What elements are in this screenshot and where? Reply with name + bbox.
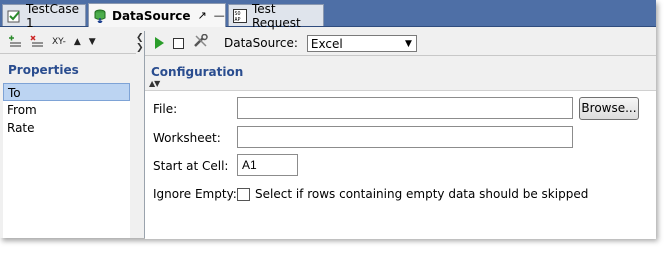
move-down-icon[interactable]: ▼ [89,37,96,47]
soap-request-icon: SO AP [233,8,247,23]
run-icon[interactable] [155,37,164,49]
testcase-check-icon [7,9,21,23]
move-up-icon[interactable]: ▲ [74,37,81,47]
datasource-label: DataSource: [224,36,298,50]
configuration-form: File: Browse... Worksheet: Start at Cell… [145,90,656,239]
datasource-select[interactable]: Excel ▼ [306,34,417,52]
ignore-empty-label: Ignore Empty: [153,187,237,201]
svg-text:AP: AP [235,17,241,23]
properties-toolbar: XY- ▲ ▼ [0,31,136,54]
property-item-from[interactable]: From [3,101,130,119]
tab-test-request[interactable]: SO AP Test Request [228,2,324,30]
configuration-title: Configuration [151,65,244,79]
rename-property-icon[interactable]: XY- [52,37,66,47]
ignore-empty-description: Select if rows containing empty data sho… [255,187,589,201]
wrench-icon[interactable] [193,33,209,52]
datasource-value: Excel [310,36,343,51]
worksheet-field[interactable] [237,126,573,148]
file-label: File: [153,102,178,116]
add-property-icon[interactable] [8,35,22,50]
datasource-toolbar: DataSource: Excel ▼ [145,31,656,56]
properties-panel: XY- ▲ ▼ Properties To From Rate [0,31,137,238]
chevron-down-icon: ▼ [405,38,412,49]
file-field[interactable] [237,97,573,119]
stop-icon[interactable] [173,37,184,49]
tab-testcase[interactable]: TestCase 1 [2,2,86,30]
worksheet-label: Worksheet: [153,131,221,145]
properties-title: Properties [8,63,79,77]
property-item-rate[interactable]: Rate [3,119,130,137]
browse-button[interactable]: Browse... [579,97,639,120]
collapse-expand-icon[interactable]: ▲▼ [149,79,160,88]
expand-right-icon[interactable]: ❯ [136,43,144,53]
properties-list: To From Rate [3,83,130,238]
minimize-icon[interactable]: — [214,9,225,22]
tab-datasource[interactable]: DataSource ↗ — ✕ [88,3,241,27]
tab-label: Test Request [252,1,301,30]
tab-label: DataSource [112,8,191,23]
pin-icon[interactable]: ↗ [198,9,207,22]
remove-property-icon[interactable] [30,34,44,50]
tab-strip: TestCase 1 DataSource ↗ — ✕ SOAP Test Re… [0,0,656,30]
tab-label: TestCase 1 [26,1,79,30]
start-cell-label: Start at Cell: [153,159,229,173]
datasource-icon [93,9,107,24]
editor-window: TestCase 1 DataSource ↗ — ✕ SOAP Test Re… [0,0,656,239]
property-item-to[interactable]: To [3,83,130,101]
datasource-editor: DataSource: Excel ▼ Configuration ▲▼ Fil… [145,31,656,239]
panel-splitter[interactable]: ❮ ❯ [136,31,145,238]
collapse-left-icon[interactable]: ❮ [136,33,144,43]
start-cell-field[interactable] [237,154,298,176]
ignore-empty-checkbox[interactable] [237,188,250,201]
